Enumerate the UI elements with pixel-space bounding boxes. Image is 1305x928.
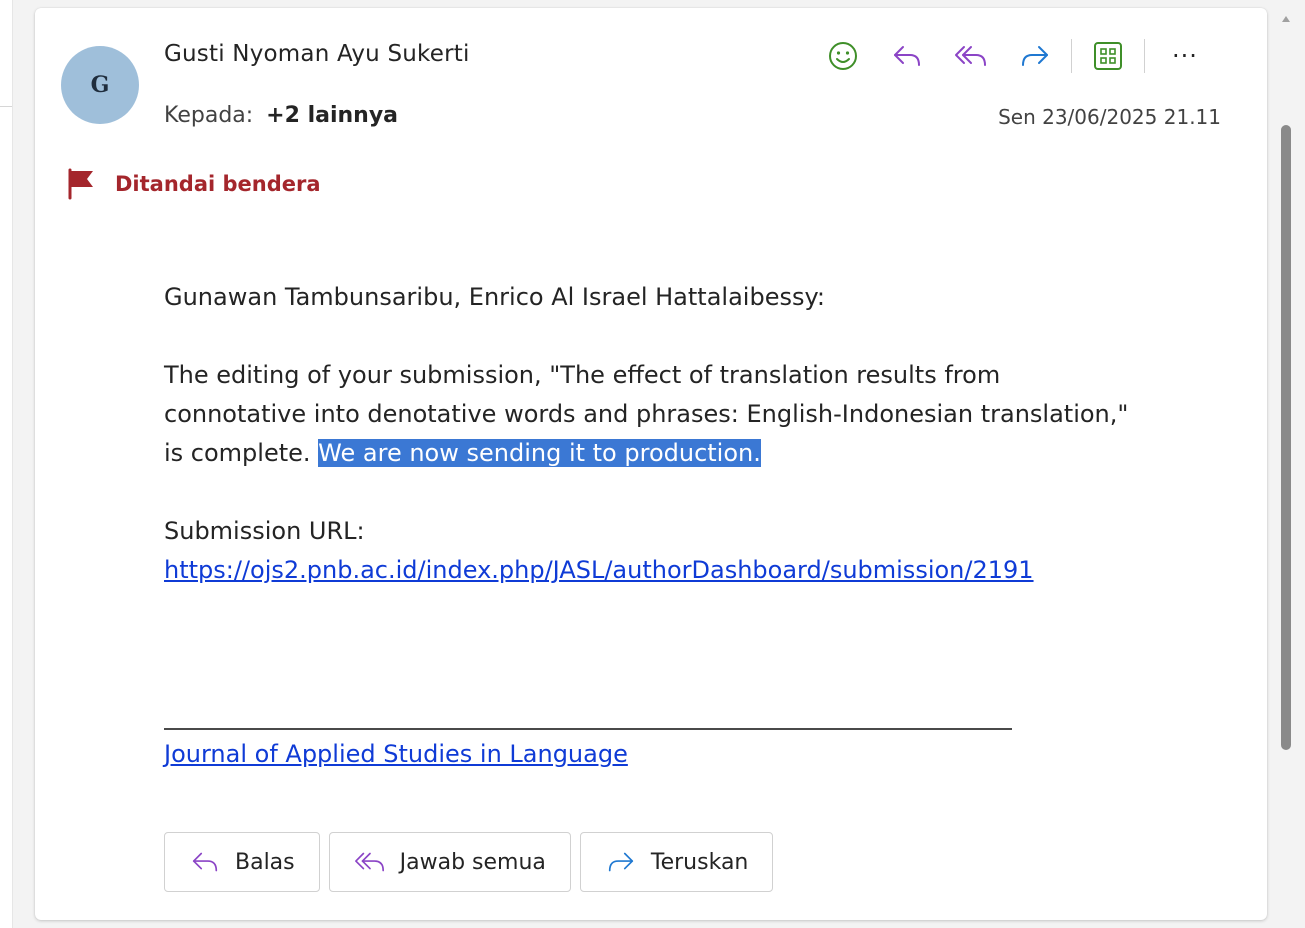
message-actions-toolbar: ··· — [821, 36, 1205, 76]
forward-icon — [608, 852, 634, 872]
flag-icon — [68, 168, 93, 200]
body-text: is complete. — [164, 439, 319, 467]
smiley-icon — [829, 42, 857, 70]
message-date: Sen 23/06/2025 21.11 — [998, 105, 1221, 129]
reply-all-icon — [955, 46, 986, 66]
reply-icon — [894, 46, 920, 66]
avatar[interactable]: G — [61, 46, 139, 124]
left-pane-edge — [0, 0, 13, 928]
message-body: Gunawan Tambunsaribu, Enrico Al Israel H… — [164, 278, 1224, 590]
greeting-text: Gunawan Tambunsaribu, Enrico Al Israel H… — [164, 283, 826, 311]
message-card: G Gusti Nyoman Ayu Sukerti Kepada: +2 la… — [35, 8, 1267, 920]
forward-button[interactable] — [1013, 36, 1057, 76]
reply-all-icon — [354, 852, 384, 872]
reply-all-quick-label: Jawab semua — [399, 849, 546, 875]
apps-button[interactable] — [1086, 36, 1130, 76]
recipients-row: Kepada: +2 lainnya — [164, 103, 398, 128]
signature: Journal of Applied Studies in Language — [164, 735, 628, 774]
signature-divider — [164, 728, 1012, 730]
app-canvas: G Gusti Nyoman Ayu Sukerti Kepada: +2 la… — [0, 0, 1305, 928]
reply-all-button[interactable] — [949, 36, 993, 76]
reply-quick-button[interactable]: Balas — [164, 832, 320, 892]
reply-icon — [192, 852, 218, 872]
journal-link[interactable]: Journal of Applied Studies in Language — [164, 740, 628, 768]
submission-url-link[interactable]: https://ojs2.pnb.ac.id/index.php/JASL/au… — [164, 556, 1034, 584]
url-label: Submission URL: — [164, 517, 365, 545]
quick-actions: Balas Jawab semua Teruskan — [164, 832, 782, 892]
scroll-up-arrow-icon[interactable] — [1282, 16, 1290, 22]
left-pane-divider — [0, 106, 12, 107]
reply-quick-label: Balas — [235, 849, 295, 875]
vertical-scrollbar[interactable] — [1278, 10, 1296, 922]
forward-icon — [1022, 46, 1048, 66]
scrollbar-thumb[interactable] — [1281, 125, 1291, 750]
selected-text: We are now sending it to production. — [318, 439, 761, 467]
to-label: Kepada: — [164, 103, 254, 128]
forward-quick-button[interactable]: Teruskan — [579, 832, 774, 892]
more-actions-button[interactable]: ··· — [1165, 36, 1205, 76]
flag-status: Ditandai bendera — [67, 168, 321, 200]
flag-label: Ditandai bendera — [115, 172, 321, 196]
forward-quick-label: Teruskan — [650, 849, 749, 875]
body-line: connotative into denotative words and ph… — [164, 400, 1129, 428]
sender-name[interactable]: Gusti Nyoman Ayu Sukerti — [164, 41, 470, 67]
reply-all-quick-button[interactable]: Jawab semua — [328, 832, 571, 892]
apps-grid-icon — [1094, 42, 1122, 70]
body-line: is complete. We are now sending it to pr… — [164, 434, 1224, 473]
reply-button[interactable] — [885, 36, 929, 76]
more-recipients-link[interactable]: +2 lainnya — [266, 103, 398, 128]
emoji-reaction-button[interactable] — [821, 36, 865, 76]
toolbar-separator — [1144, 39, 1145, 73]
toolbar-separator — [1071, 39, 1072, 73]
body-line: The editing of your submission, "The eff… — [164, 361, 1001, 389]
